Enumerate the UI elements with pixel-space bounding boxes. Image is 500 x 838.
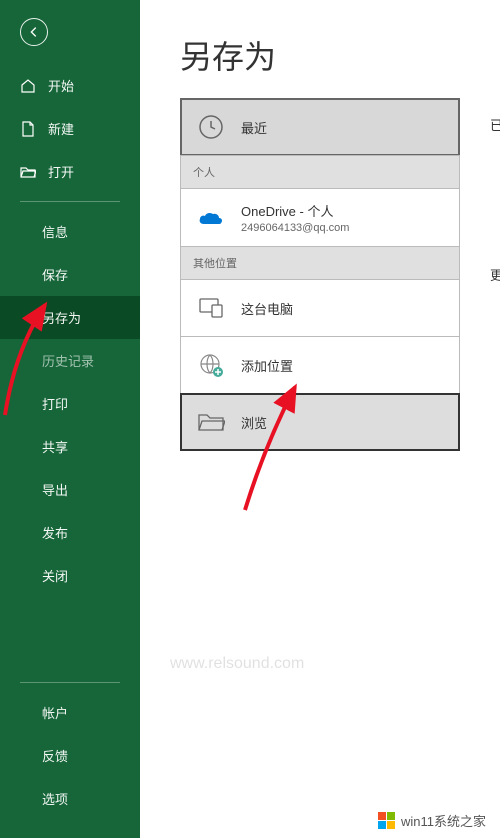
cloud-icon — [195, 202, 227, 234]
sidebar-label: 信息 — [42, 222, 68, 241]
sidebar-label: 共享 — [42, 437, 68, 456]
sidebar-label: 反馈 — [42, 746, 68, 765]
location-this-pc[interactable]: 这台电脑 — [180, 279, 460, 337]
folder-icon — [195, 406, 227, 438]
sidebar-label: 新建 — [48, 119, 74, 138]
location-label: 添加位置 — [241, 356, 293, 375]
site-logo: win11系统之家 — [372, 807, 492, 834]
clock-icon — [195, 111, 227, 143]
sidebar-item-share[interactable]: 共享 — [0, 425, 140, 468]
separator — [20, 201, 120, 202]
location-label: OneDrive - 个人 — [241, 201, 349, 220]
sidebar-label: 导出 — [42, 480, 68, 499]
sidebar-item-account[interactable]: 帐户 — [0, 691, 140, 734]
sidebar-label: 帐户 — [42, 703, 68, 722]
sidebar-item-options[interactable]: 选项 — [0, 777, 140, 820]
sidebar-item-info[interactable]: 信息 — [0, 210, 140, 253]
sidebar-label: 另存为 — [42, 308, 81, 327]
sidebar-item-close[interactable]: 关闭 — [0, 554, 140, 597]
sidebar-label: 打开 — [48, 162, 74, 181]
section-header-other: 其他位置 — [180, 246, 460, 279]
sidebar-label: 关闭 — [42, 566, 68, 585]
sidebar-item-new[interactable]: 新建 — [0, 107, 140, 150]
sidebar-item-publish[interactable]: 发布 — [0, 511, 140, 554]
location-label: 这台电脑 — [241, 299, 293, 318]
location-add-place[interactable]: 添加位置 — [180, 336, 460, 394]
section-header-personal: 个人 — [180, 155, 460, 188]
sidebar-item-feedback[interactable]: 反馈 — [0, 734, 140, 777]
location-list: 最近 个人 OneDrive - 个人 2496064133@qq.com 其他… — [180, 98, 460, 451]
location-subtitle: 2496064133@qq.com — [241, 222, 349, 234]
page-title: 另存为 — [180, 32, 500, 78]
globe-plus-icon — [195, 349, 227, 381]
document-icon — [20, 121, 36, 137]
main-panel: 另存为 最近 个人 OneDrive - 个人 2496064133@qq.co… — [140, 0, 500, 838]
pc-icon — [195, 292, 227, 324]
windows-logo-icon — [378, 812, 395, 829]
separator — [20, 682, 120, 683]
sidebar-item-history[interactable]: 历史记录 — [0, 339, 140, 382]
sidebar-label: 历史记录 — [42, 351, 94, 370]
sidebar-item-home[interactable]: 开始 — [0, 64, 140, 107]
sidebar-label: 选项 — [42, 789, 68, 808]
sidebar-item-print[interactable]: 打印 — [0, 382, 140, 425]
location-recent[interactable]: 最近 — [180, 98, 460, 156]
sidebar-item-save[interactable]: 保存 — [0, 253, 140, 296]
home-icon — [20, 78, 36, 94]
location-label: 最近 — [241, 118, 267, 137]
sidebar-label: 打印 — [42, 394, 68, 413]
backstage-sidebar: 开始 新建 打开 信息 保存 另存为 历史记录 打印 共享 导出 发布 关闭 帐… — [0, 0, 140, 838]
site-name: win11系统之家 — [401, 811, 486, 830]
back-button[interactable] — [0, 0, 140, 64]
sidebar-item-save-as[interactable]: 另存为 — [0, 296, 140, 339]
sidebar-label: 发布 — [42, 523, 68, 542]
location-browse[interactable]: 浏览 — [180, 393, 460, 451]
folder-open-icon — [20, 164, 36, 180]
sidebar-label: 开始 — [48, 76, 74, 95]
sidebar-label: 保存 — [42, 265, 68, 284]
sidebar-item-export[interactable]: 导出 — [0, 468, 140, 511]
location-onedrive[interactable]: OneDrive - 个人 2496064133@qq.com — [180, 188, 460, 247]
location-label: 浏览 — [241, 413, 267, 432]
sidebar-item-open[interactable]: 打开 — [0, 150, 140, 193]
back-arrow-icon — [20, 18, 48, 46]
